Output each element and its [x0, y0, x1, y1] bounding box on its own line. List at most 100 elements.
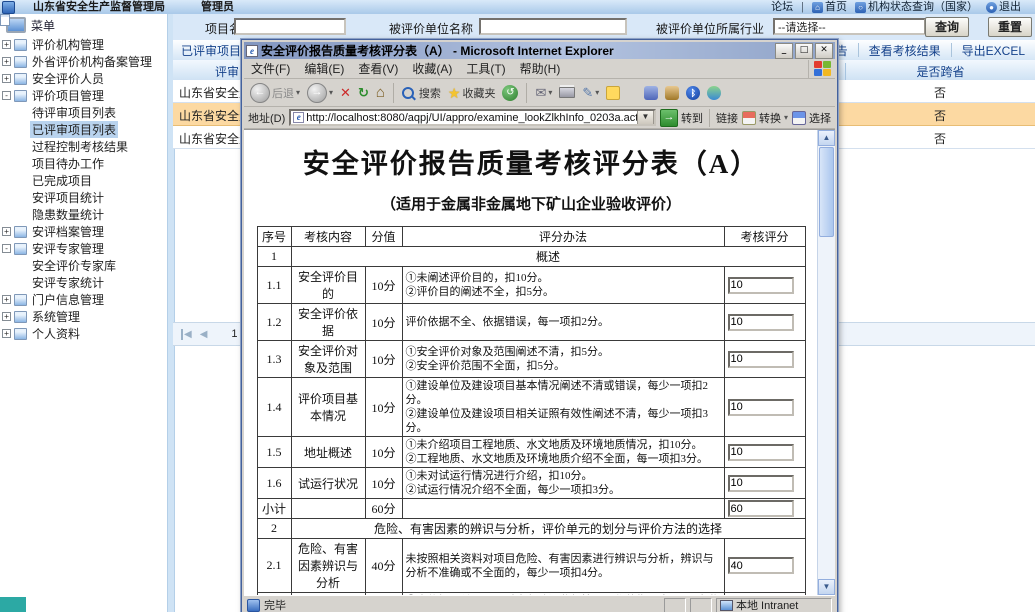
ie-page-icon: e	[293, 112, 304, 123]
logout-link[interactable]: ●退出	[986, 0, 1021, 14]
bluetooth-button[interactable]: ᛒ	[684, 85, 702, 101]
address-input[interactable]: e http://localhost:8080/aqpj/UI/appro/ex…	[289, 109, 656, 126]
messenger-button[interactable]	[705, 85, 723, 101]
tree-item-label: 个人资料	[30, 325, 82, 342]
score-input[interactable]	[728, 399, 794, 416]
menu-item[interactable]: 查看(V)	[351, 60, 405, 77]
home-label: 首页	[825, 0, 847, 14]
tree-item[interactable]: 已完成项目	[2, 172, 167, 189]
vertical-scrollbar[interactable]: ▲ ▼	[817, 130, 835, 595]
first-page-button[interactable]: ◀	[181, 329, 192, 340]
tree-item[interactable]: - 评价项目管理	[2, 87, 167, 104]
tree-item[interactable]: +门户信息管理	[2, 291, 167, 308]
maximize-button[interactable]: □	[795, 43, 813, 59]
report-page: 安全评价报告质量考核评分表（A） （适用于金属非金属地下矿山企业验收评价） 序号…	[244, 130, 818, 595]
links-button[interactable]: 链接	[716, 110, 738, 126]
back-button[interactable]: ←后退▾	[248, 82, 302, 104]
tree-item[interactable]: 已评审项目列表	[2, 121, 167, 138]
unit-name-input[interactable]	[479, 18, 627, 35]
ie-titlebar[interactable]: e 安全评价报告质量考核评分表（A） - Microsoft Internet …	[244, 42, 835, 59]
tree-item[interactable]: 待评审项目列表	[2, 104, 167, 121]
score-row: 1.6试运行状况10分①未对试运行情况进行介绍，扣10分。②试运行情况介绍不全面…	[257, 468, 805, 499]
score-input[interactable]	[728, 444, 794, 461]
tree-item[interactable]: 项目待办工作	[2, 155, 167, 172]
tree-item[interactable]: 安全评价专家库	[2, 257, 167, 274]
score-input[interactable]	[728, 314, 794, 331]
discuss-button[interactable]	[604, 85, 622, 101]
research-button[interactable]	[663, 85, 681, 101]
menu-item[interactable]: 收藏(A)	[405, 60, 459, 77]
search-label: 搜索	[419, 85, 441, 101]
expand-icon[interactable]: +	[2, 312, 11, 321]
tree-item[interactable]: +安评档案管理	[2, 223, 167, 240]
mobile-button[interactable]	[642, 85, 660, 101]
query-button[interactable]: 查询	[925, 17, 969, 37]
menu-item[interactable]: 编辑(E)	[297, 60, 351, 77]
score-input[interactable]	[728, 557, 794, 574]
forum-link[interactable]: 论坛	[771, 0, 793, 14]
method-cell: 评价依据不全、依据错误，每一项扣2分。	[402, 304, 724, 341]
menu-item[interactable]: 工具(T)	[459, 60, 512, 77]
tree-item[interactable]: 安评专家统计	[2, 274, 167, 291]
tree-item[interactable]: + 个人资料	[2, 325, 167, 342]
forward-button[interactable]: →▾	[305, 82, 335, 104]
go-button[interactable]: →转到	[660, 109, 703, 127]
mail-button[interactable]: ✉▾	[533, 84, 554, 102]
close-button[interactable]: ✕	[815, 43, 833, 59]
score-input[interactable]	[728, 500, 794, 517]
collapse-icon[interactable]: -	[2, 91, 11, 100]
favorites-button[interactable]: ★收藏夹	[446, 84, 498, 102]
stop-button[interactable]: ✕	[338, 84, 353, 102]
menu-item[interactable]: 文件(F)	[244, 60, 297, 77]
home-link[interactable]: ⌂首页	[812, 0, 847, 14]
tree-item[interactable]: +外省评价机构备案管理	[2, 53, 167, 70]
convert-button[interactable]: 转换▾	[742, 110, 788, 126]
tree-item[interactable]: +评价机构管理	[2, 36, 167, 53]
tree-item[interactable]: -安评专家管理	[2, 240, 167, 257]
tree-item[interactable]: 过程控制考核结果	[2, 138, 167, 155]
org-status-link[interactable]: ○机构状态查询（国家）	[855, 0, 978, 14]
tree-item[interactable]: +安全评价人员	[2, 70, 167, 87]
window-title: 安全评价报告质量考核评分表（A） - Microsoft Internet Ex…	[261, 42, 772, 59]
scroll-down-button[interactable]: ▼	[818, 579, 835, 595]
reset-button[interactable]: 重置	[988, 17, 1032, 37]
edit-button[interactable]: ✎▾	[580, 84, 601, 102]
tree-item[interactable]: 隐患数量统计	[2, 206, 167, 223]
input-cell	[724, 378, 805, 437]
search-button[interactable]: 搜索	[400, 84, 443, 102]
industry-select[interactable]: --请选择-- ▼	[773, 18, 943, 35]
expand-icon[interactable]: +	[2, 57, 11, 66]
menu-item[interactable]: 帮助(H)	[513, 60, 568, 77]
project-name-cell: 山东省安全生产监	[179, 107, 241, 124]
address-dropdown-button[interactable]: ▼	[637, 110, 654, 125]
collapse-icon[interactable]: -	[2, 244, 11, 253]
scroll-up-button[interactable]: ▲	[818, 130, 835, 146]
grid-action-button[interactable]: 查看考核结果	[859, 42, 951, 59]
method-cell: 未按照相关资料对项目危险、有害因素进行辨识与分析，辨识与分析不准确或不全面的，每…	[402, 539, 724, 593]
score-input[interactable]	[728, 475, 794, 492]
prev-page-button[interactable]: ◀	[200, 329, 208, 340]
expand-icon[interactable]: +	[2, 227, 11, 236]
print-button[interactable]	[557, 86, 577, 99]
score-input[interactable]	[728, 277, 794, 294]
history-button[interactable]: ↺	[500, 84, 520, 102]
expand-icon[interactable]: +	[2, 329, 11, 338]
note-icon	[606, 86, 620, 100]
expand-icon[interactable]: +	[2, 74, 11, 83]
select-button[interactable]: 选择	[792, 110, 831, 126]
score-input[interactable]	[728, 351, 794, 368]
tree-item-label: 评价项目管理	[30, 87, 106, 104]
home-button[interactable]: ⌂	[374, 84, 387, 102]
user-label: 管理员	[201, 0, 234, 14]
scrollbar-thumb[interactable]	[819, 147, 834, 237]
minimize-button[interactable]: _	[775, 43, 793, 59]
expand-icon[interactable]: +	[2, 295, 11, 304]
tree-item[interactable]: 安评项目统计	[2, 189, 167, 206]
score-row: 1.5地址概述10分①未介绍项目工程地质、水文地质及环境地质情况，扣10分。②工…	[257, 437, 805, 468]
tree-item[interactable]: +系统管理	[2, 308, 167, 325]
method-cell: ①未依据《关于开展重大危险源监督管理工作的指导意见》（安监管协调字[2004]5…	[402, 593, 724, 596]
project-name-input[interactable]	[234, 18, 346, 35]
expand-icon[interactable]: +	[2, 40, 11, 49]
grid-action-button[interactable]: 导出EXCEL	[952, 42, 1035, 59]
refresh-button[interactable]: ↻	[356, 84, 371, 102]
